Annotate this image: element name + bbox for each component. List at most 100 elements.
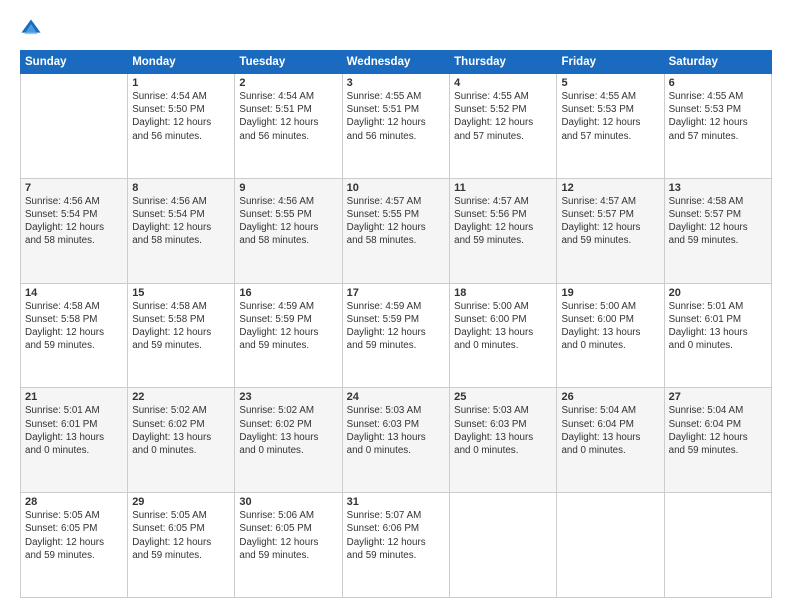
day-number: 23 [239, 391, 337, 403]
day-info: Sunrise: 5:01 AM Sunset: 6:01 PM Dayligh… [669, 300, 767, 353]
day-header-wednesday: Wednesday [342, 51, 450, 74]
day-number: 15 [132, 287, 230, 299]
week-row-2: 7Sunrise: 4:56 AM Sunset: 5:54 PM Daylig… [21, 178, 772, 283]
day-number: 25 [454, 391, 552, 403]
day-number: 29 [132, 496, 230, 508]
day-number: 27 [669, 391, 767, 403]
page: SundayMondayTuesdayWednesdayThursdayFrid… [0, 0, 792, 612]
day-info: Sunrise: 5:05 AM Sunset: 6:05 PM Dayligh… [132, 509, 230, 562]
day-info: Sunrise: 4:56 AM Sunset: 5:54 PM Dayligh… [25, 195, 123, 248]
day-info: Sunrise: 4:54 AM Sunset: 5:50 PM Dayligh… [132, 90, 230, 143]
day-info: Sunrise: 4:55 AM Sunset: 5:51 PM Dayligh… [347, 90, 446, 143]
day-number: 13 [669, 182, 767, 194]
day-cell: 12Sunrise: 4:57 AM Sunset: 5:57 PM Dayli… [557, 178, 664, 283]
calendar-header: SundayMondayTuesdayWednesdayThursdayFrid… [21, 51, 772, 74]
day-cell: 21Sunrise: 5:01 AM Sunset: 6:01 PM Dayli… [21, 388, 128, 493]
day-cell: 24Sunrise: 5:03 AM Sunset: 6:03 PM Dayli… [342, 388, 450, 493]
day-number: 21 [25, 391, 123, 403]
day-cell: 20Sunrise: 5:01 AM Sunset: 6:01 PM Dayli… [664, 283, 771, 388]
day-info: Sunrise: 4:55 AM Sunset: 5:53 PM Dayligh… [561, 90, 659, 143]
day-cell: 23Sunrise: 5:02 AM Sunset: 6:02 PM Dayli… [235, 388, 342, 493]
day-number: 4 [454, 77, 552, 89]
day-info: Sunrise: 5:00 AM Sunset: 6:00 PM Dayligh… [454, 300, 552, 353]
day-number: 10 [347, 182, 446, 194]
day-number: 1 [132, 77, 230, 89]
day-number: 24 [347, 391, 446, 403]
day-header-tuesday: Tuesday [235, 51, 342, 74]
day-cell [450, 493, 557, 598]
day-cell: 25Sunrise: 5:03 AM Sunset: 6:03 PM Dayli… [450, 388, 557, 493]
day-info: Sunrise: 5:02 AM Sunset: 6:02 PM Dayligh… [239, 404, 337, 457]
day-info: Sunrise: 4:55 AM Sunset: 5:53 PM Dayligh… [669, 90, 767, 143]
day-cell: 9Sunrise: 4:56 AM Sunset: 5:55 PM Daylig… [235, 178, 342, 283]
day-info: Sunrise: 4:56 AM Sunset: 5:55 PM Dayligh… [239, 195, 337, 248]
day-header-thursday: Thursday [450, 51, 557, 74]
header-row: SundayMondayTuesdayWednesdayThursdayFrid… [21, 51, 772, 74]
day-info: Sunrise: 5:03 AM Sunset: 6:03 PM Dayligh… [454, 404, 552, 457]
day-cell: 2Sunrise: 4:54 AM Sunset: 5:51 PM Daylig… [235, 74, 342, 179]
day-number: 17 [347, 287, 446, 299]
week-row-1: 1Sunrise: 4:54 AM Sunset: 5:50 PM Daylig… [21, 74, 772, 179]
day-number: 20 [669, 287, 767, 299]
day-number: 30 [239, 496, 337, 508]
day-info: Sunrise: 4:58 AM Sunset: 5:58 PM Dayligh… [132, 300, 230, 353]
day-header-monday: Monday [128, 51, 235, 74]
day-number: 7 [25, 182, 123, 194]
day-cell: 18Sunrise: 5:00 AM Sunset: 6:00 PM Dayli… [450, 283, 557, 388]
day-number: 6 [669, 77, 767, 89]
day-info: Sunrise: 5:04 AM Sunset: 6:04 PM Dayligh… [669, 404, 767, 457]
day-number: 19 [561, 287, 659, 299]
day-cell: 30Sunrise: 5:06 AM Sunset: 6:05 PM Dayli… [235, 493, 342, 598]
day-number: 16 [239, 287, 337, 299]
day-info: Sunrise: 5:02 AM Sunset: 6:02 PM Dayligh… [132, 404, 230, 457]
day-cell: 7Sunrise: 4:56 AM Sunset: 5:54 PM Daylig… [21, 178, 128, 283]
day-number: 18 [454, 287, 552, 299]
day-cell: 29Sunrise: 5:05 AM Sunset: 6:05 PM Dayli… [128, 493, 235, 598]
day-header-saturday: Saturday [664, 51, 771, 74]
calendar-body: 1Sunrise: 4:54 AM Sunset: 5:50 PM Daylig… [21, 74, 772, 598]
day-cell: 13Sunrise: 4:58 AM Sunset: 5:57 PM Dayli… [664, 178, 771, 283]
day-cell: 5Sunrise: 4:55 AM Sunset: 5:53 PM Daylig… [557, 74, 664, 179]
week-row-5: 28 Sunrise: 5:05 AM Sunset: 6:05 PM Dayli… [21, 493, 772, 598]
day-info: Sunrise: 4:57 AM Sunset: 5:56 PM Dayligh… [454, 195, 552, 248]
day-cell: 22Sunrise: 5:02 AM Sunset: 6:02 PM Dayli… [128, 388, 235, 493]
day-info: Sunrise: 5:06 AM Sunset: 6:05 PM Dayligh… [239, 509, 337, 562]
day-header-sunday: Sunday [21, 51, 128, 74]
day-number: 26 [561, 391, 659, 403]
day-cell: 27Sunrise: 5:04 AM Sunset: 6:04 PM Dayli… [664, 388, 771, 493]
day-info: Sunrise: 4:55 AM Sunset: 5:52 PM Dayligh… [454, 90, 552, 143]
day-info: Sunrise: 5:04 AM Sunset: 6:04 PM Dayligh… [561, 404, 659, 457]
day-number: 9 [239, 182, 337, 194]
logo [20, 18, 46, 40]
day-info: Sunrise: 5:07 AM Sunset: 6:06 PM Dayligh… [347, 509, 446, 562]
day-number: 11 [454, 182, 552, 194]
day-cell [664, 493, 771, 598]
day-info: Sunrise: 4:56 AM Sunset: 5:54 PM Dayligh… [132, 195, 230, 248]
day-info: Sunrise: 4:59 AM Sunset: 5:59 PM Dayligh… [347, 300, 446, 353]
day-cell: 14Sunrise: 4:58 AM Sunset: 5:58 PM Dayli… [21, 283, 128, 388]
day-cell: 15Sunrise: 4:58 AM Sunset: 5:58 PM Dayli… [128, 283, 235, 388]
day-number: 12 [561, 182, 659, 194]
day-number: 5 [561, 77, 659, 89]
day-info: Sunrise: 5:00 AM Sunset: 6:00 PM Dayligh… [561, 300, 659, 353]
day-cell: 17Sunrise: 4:59 AM Sunset: 5:59 PM Dayli… [342, 283, 450, 388]
day-cell [21, 74, 128, 179]
day-number: 2 [239, 77, 337, 89]
day-number: 28 [25, 496, 123, 508]
day-info: Sunrise: 4:59 AM Sunset: 5:59 PM Dayligh… [239, 300, 337, 353]
day-info: Sunrise: 5:01 AM Sunset: 6:01 PM Dayligh… [25, 404, 123, 457]
day-info: Sunrise: 4:58 AM Sunset: 5:57 PM Dayligh… [669, 195, 767, 248]
day-info: Sunrise: 4:57 AM Sunset: 5:57 PM Dayligh… [561, 195, 659, 248]
day-info: Sunrise: 4:54 AM Sunset: 5:51 PM Dayligh… [239, 90, 337, 143]
day-info: Sunrise: 5:03 AM Sunset: 6:03 PM Dayligh… [347, 404, 446, 457]
day-cell: 3Sunrise: 4:55 AM Sunset: 5:51 PM Daylig… [342, 74, 450, 179]
day-cell: 10Sunrise: 4:57 AM Sunset: 5:55 PM Dayli… [342, 178, 450, 283]
logo-icon [20, 18, 42, 40]
day-header-friday: Friday [557, 51, 664, 74]
day-number: 22 [132, 391, 230, 403]
week-row-3: 14Sunrise: 4:58 AM Sunset: 5:58 PM Dayli… [21, 283, 772, 388]
day-number: 3 [347, 77, 446, 89]
day-info: Sunrise: 4:58 AM Sunset: 5:58 PM Dayligh… [25, 300, 123, 353]
calendar-table: SundayMondayTuesdayWednesdayThursdayFrid… [20, 50, 772, 598]
day-cell [557, 493, 664, 598]
